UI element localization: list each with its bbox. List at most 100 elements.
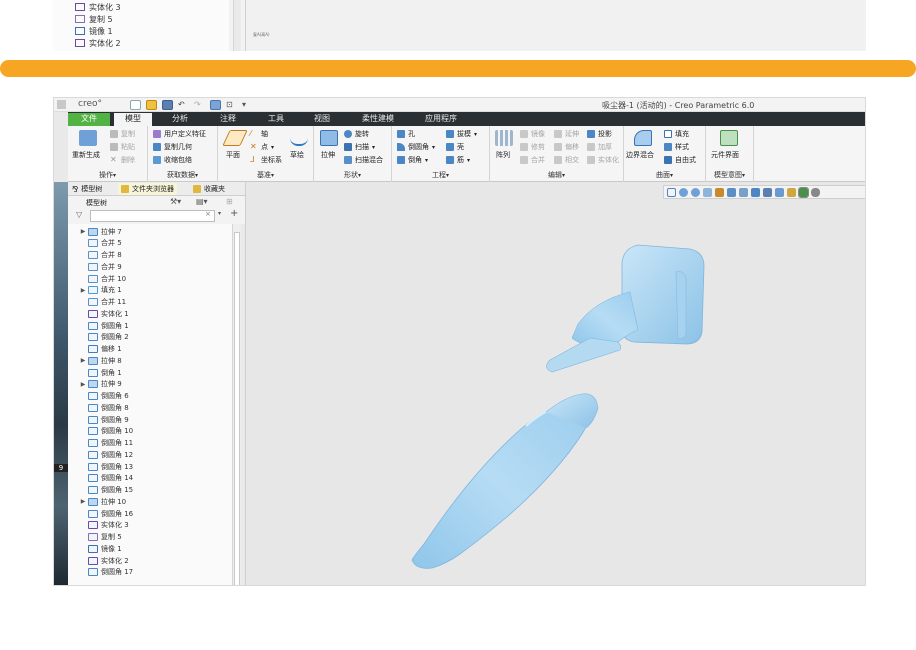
redo-icon[interactable]: ↷ bbox=[194, 100, 205, 110]
tree-row[interactable]: 倒圆角 13 bbox=[78, 461, 133, 472]
delete-button[interactable]: ✕ 删除 bbox=[110, 155, 135, 165]
tree-row[interactable]: 镜像 1 bbox=[78, 543, 122, 554]
datum-group-label[interactable]: 基准▾ bbox=[218, 170, 313, 180]
paste-button[interactable]: 粘贴 bbox=[110, 142, 135, 152]
shapes-group-label[interactable]: 形状▾ bbox=[314, 170, 391, 180]
tree-row[interactable]: 倒圆角 17 bbox=[78, 567, 133, 578]
tab-tools[interactable]: 工具 bbox=[254, 113, 298, 126]
expand-arrow-icon[interactable]: ▶ bbox=[78, 228, 88, 235]
operations-group-label[interactable]: 操作▾ bbox=[68, 170, 147, 180]
axis-button[interactable]: ⁄ 轴 bbox=[250, 129, 268, 139]
style-button[interactable]: 样式 bbox=[664, 142, 689, 152]
expand-arrow-icon[interactable]: ▶ bbox=[78, 381, 88, 388]
editing-group-label[interactable]: 编辑▾ bbox=[490, 170, 623, 180]
tab-model-tree[interactable]: ⅋ 模型树 bbox=[72, 183, 102, 195]
tree-row[interactable]: 倒角 1 bbox=[78, 367, 122, 378]
tree-row[interactable]: 合并 8 bbox=[78, 250, 122, 261]
tree-row[interactable]: 倒圆角 12 bbox=[78, 449, 133, 460]
show-icon[interactable]: ▤▾ bbox=[196, 197, 208, 206]
add-filter-icon[interactable]: + bbox=[230, 208, 238, 219]
tab-applications[interactable]: 应用程序 bbox=[413, 113, 469, 126]
tree-scroll-thumb[interactable] bbox=[234, 232, 240, 585]
offset-button[interactable]: 偏移 bbox=[554, 142, 579, 152]
tree-row[interactable]: 实体化 1 bbox=[78, 308, 129, 319]
tree-row[interactable]: ▶ 拉伸 8 bbox=[78, 355, 122, 366]
rib-button[interactable]: 筋 ▾ bbox=[446, 155, 470, 165]
engineering-group-label[interactable]: 工程▾ bbox=[392, 170, 489, 180]
tree-row[interactable]: 倒圆角 2 bbox=[78, 332, 129, 343]
project-button[interactable]: 投影 bbox=[587, 129, 612, 139]
tab-model[interactable]: 模型 bbox=[114, 113, 152, 126]
component-interface-button[interactable]: 元件界面 bbox=[711, 150, 739, 160]
open-icon[interactable] bbox=[146, 100, 157, 110]
tab-annotate[interactable]: 注释 bbox=[206, 113, 250, 126]
thicken-button[interactable]: 加厚 bbox=[587, 142, 612, 152]
revolve-button[interactable]: 旋转 bbox=[344, 129, 369, 139]
tree-row[interactable]: 倒圆角 9 bbox=[78, 414, 129, 425]
tree-item[interactable]: 复制 5 bbox=[75, 13, 113, 25]
swept-blend-button[interactable]: 扫描混合 bbox=[344, 155, 383, 165]
tree-item[interactable]: 实体化 2 bbox=[75, 37, 121, 49]
tree-row[interactable]: 倒圆角 11 bbox=[78, 438, 133, 449]
hole-button[interactable]: 孔 bbox=[397, 129, 415, 139]
tree-search-input[interactable] bbox=[90, 210, 215, 222]
tree-row[interactable]: 实体化 3 bbox=[78, 520, 129, 531]
tree-row[interactable]: ▶ 拉伸 9 bbox=[78, 379, 122, 390]
tree-row[interactable]: 合并 5 bbox=[78, 238, 122, 249]
tree-row[interactable]: 合并 10 bbox=[78, 273, 126, 284]
plane-button[interactable]: 平面 bbox=[226, 150, 240, 160]
tree-row[interactable]: ▶ 拉伸 10 bbox=[78, 496, 126, 507]
extend-button[interactable]: 延伸 bbox=[554, 129, 579, 139]
intersect-button[interactable]: 相交 bbox=[554, 155, 579, 165]
tree-row[interactable]: 倒圆角 15 bbox=[78, 485, 133, 496]
filter-icon[interactable]: ▽ bbox=[76, 210, 82, 219]
fill-button[interactable]: 填充 bbox=[664, 129, 689, 139]
windows-icon[interactable]: ⊡ bbox=[226, 100, 237, 110]
expand-arrow-icon[interactable]: ▶ bbox=[78, 498, 88, 505]
chamfer-button[interactable]: 倒角 ▾ bbox=[397, 155, 428, 165]
tree-scrollbar[interactable] bbox=[232, 224, 241, 585]
get-data-group-label[interactable]: 获取数据▾ bbox=[148, 170, 217, 180]
tree-row[interactable]: ▶ 填充 1 bbox=[78, 285, 122, 296]
tab-folder-browser[interactable]: 文件夹浏览器 bbox=[118, 183, 177, 195]
surfaces-group-label[interactable]: 曲面▾ bbox=[624, 170, 705, 180]
customize-qat-icon[interactable]: ▾ bbox=[242, 100, 253, 110]
copy-geometry-button[interactable]: 复制几何 bbox=[153, 142, 192, 152]
udf-button[interactable]: 用户定义特征 bbox=[153, 129, 206, 139]
csys-button[interactable]: ⅃ 坐标系 bbox=[250, 155, 282, 165]
tree-settings-icon[interactable]: ⚒▾ bbox=[170, 197, 181, 206]
tab-file[interactable]: 文件 bbox=[68, 113, 110, 126]
tab-favorites[interactable]: 收藏夹 bbox=[193, 183, 225, 195]
tree-scrollbar[interactable] bbox=[233, 0, 241, 51]
tree-row[interactable]: 偏移 1 bbox=[78, 344, 122, 355]
new-icon[interactable] bbox=[130, 100, 141, 110]
tree-item[interactable]: 实体化 3 bbox=[75, 1, 121, 13]
undo-icon[interactable]: ↶ bbox=[178, 100, 189, 110]
clear-search-icon[interactable]: × bbox=[205, 210, 211, 218]
tree-row[interactable]: 合并 11 bbox=[78, 297, 126, 308]
graphics-window[interactable] bbox=[245, 182, 865, 585]
tree-row[interactable]: 倒圆角 6 bbox=[78, 391, 129, 402]
mirror-button[interactable]: 镜像 bbox=[520, 129, 545, 139]
draft-button[interactable]: 拔模 ▾ bbox=[446, 129, 477, 139]
freestyle-button[interactable]: 自由式 bbox=[664, 155, 696, 165]
regenerate-button[interactable]: 重新生成 bbox=[72, 150, 100, 160]
tab-flexible-modeling[interactable]: 柔性建模 bbox=[350, 113, 406, 126]
pattern-button[interactable]: 阵列 bbox=[496, 150, 510, 160]
merge-button[interactable]: 合并 bbox=[520, 155, 545, 165]
expand-arrow-icon[interactable]: ▶ bbox=[78, 287, 88, 294]
search-dropdown-icon[interactable]: ▾ bbox=[218, 210, 221, 217]
tab-analysis[interactable]: 分析 bbox=[158, 113, 202, 126]
tree-item[interactable]: 镜像 1 bbox=[75, 25, 113, 37]
tree-row[interactable]: 倒圆角 8 bbox=[78, 402, 129, 413]
tree-row[interactable]: 倒圆角 1 bbox=[78, 320, 129, 331]
shell-button[interactable]: 壳 bbox=[446, 142, 464, 152]
model-intent-group-label[interactable]: 模型意图▾ bbox=[706, 170, 753, 180]
round-button[interactable]: 倒圆角 ▾ bbox=[397, 142, 435, 152]
tree-row[interactable]: 倒圆角 14 bbox=[78, 473, 133, 484]
sketch-button[interactable]: 草绘 bbox=[290, 150, 304, 160]
tree-row[interactable]: 倒圆角 16 bbox=[78, 508, 133, 519]
tree-row[interactable]: 实体化 2 bbox=[78, 555, 129, 566]
solidify-button[interactable]: 实体化 bbox=[587, 155, 619, 165]
trim-button[interactable]: 修剪 bbox=[520, 142, 545, 152]
